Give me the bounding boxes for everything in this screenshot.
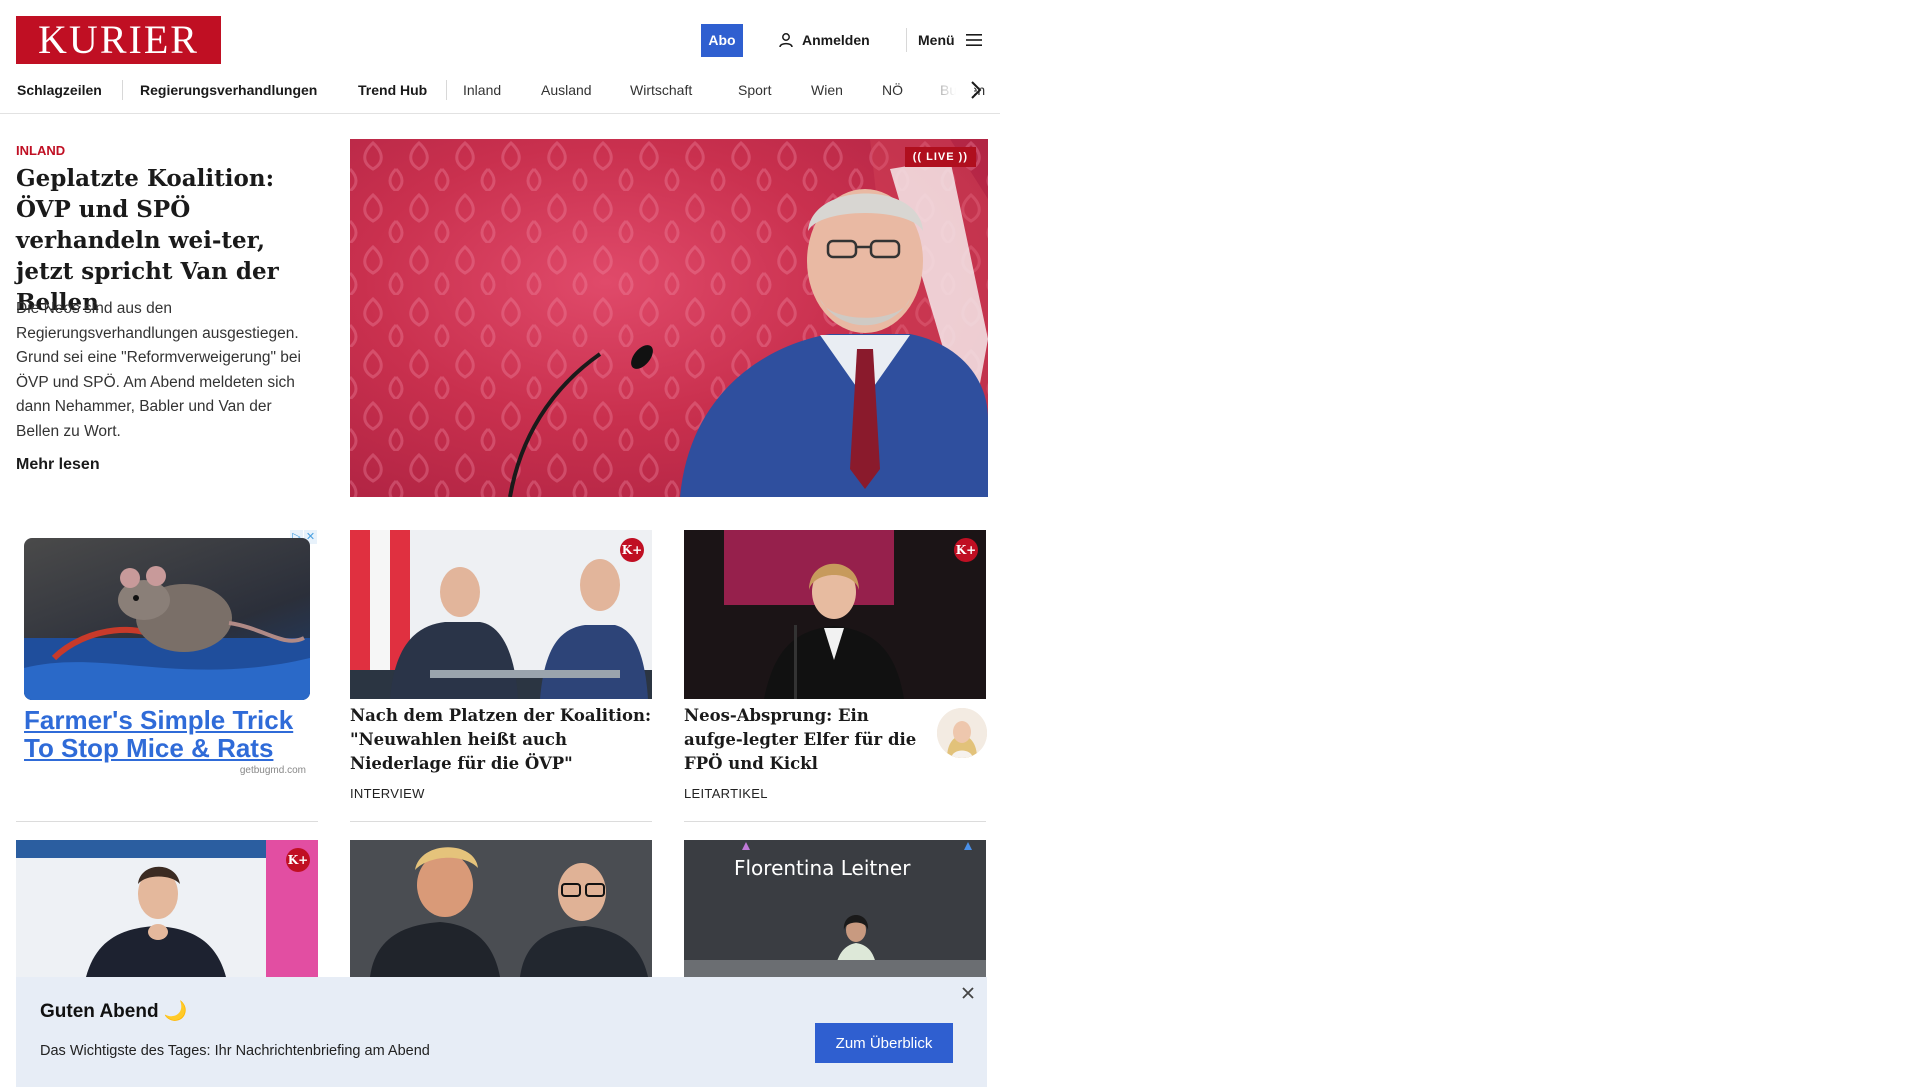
card-image-leitner[interactable]: Florentina Leitner bbox=[684, 840, 986, 977]
section-divider bbox=[350, 821, 652, 822]
nav-item-ausland[interactable]: Ausland bbox=[541, 76, 592, 104]
card-title-interview[interactable]: Nach dem Platzen der Koalition: "Neuwahl… bbox=[350, 704, 652, 776]
lead-teaser: Die Neos sind aus den Regierungsverhandl… bbox=[16, 300, 301, 440]
section-nav: Schlagzeilen Regierungsverhandlungen Tre… bbox=[16, 76, 986, 104]
card-title-leitartikel[interactable]: Neos-Absprung: Ein aufge-legter Elfer fü… bbox=[684, 704, 924, 776]
nav-divider-line bbox=[0, 113, 1000, 114]
nav-divider bbox=[446, 80, 447, 100]
nav-item-noe[interactable]: NÖ bbox=[882, 76, 903, 104]
ad-source: getbugmd.com bbox=[239, 765, 306, 776]
live-label: LIVE bbox=[926, 151, 955, 163]
chevron-right-icon[interactable] bbox=[968, 78, 984, 102]
card-image-usa[interactable] bbox=[350, 840, 652, 977]
overview-button[interactable]: Zum Überblick bbox=[815, 1023, 953, 1063]
author-photo bbox=[937, 708, 987, 758]
login-button[interactable]: Anmelden bbox=[778, 28, 870, 52]
ad-headline[interactable]: Farmer's Simple Trick To Stop Mice & Rat… bbox=[24, 706, 314, 762]
card-image-kurz[interactable]: K+ bbox=[16, 840, 318, 977]
menu-button[interactable]: Menü bbox=[918, 28, 983, 52]
read-more-link[interactable]: Mehr lesen bbox=[16, 456, 100, 474]
nav-item-schlagzeilen[interactable]: Schlagzeilen bbox=[17, 76, 102, 104]
lead-image[interactable]: (( LIVE )) bbox=[350, 139, 988, 497]
login-label: Anmelden bbox=[802, 32, 870, 48]
nav-item-wirtschaft[interactable]: Wirtschaft bbox=[630, 76, 692, 104]
lead-headline[interactable]: Geplatzte Koalition: ÖVP und SPÖ verhand… bbox=[16, 163, 316, 318]
card-image-leitartikel[interactable]: K+ bbox=[684, 530, 986, 699]
card-photo bbox=[350, 530, 652, 699]
author-avatar[interactable] bbox=[937, 708, 987, 758]
premium-badge: K+ bbox=[620, 538, 644, 562]
card-label-interview[interactable]: INTERVIEW bbox=[350, 786, 425, 801]
live-badge: (( LIVE )) bbox=[904, 147, 976, 167]
section-divider bbox=[684, 821, 986, 822]
user-icon bbox=[779, 33, 793, 48]
nav-item-sport[interactable]: Sport bbox=[738, 76, 771, 104]
abo-button[interactable]: Abo bbox=[701, 24, 743, 57]
section-divider bbox=[16, 821, 318, 822]
ad-image bbox=[24, 538, 310, 700]
nav-item-trend-hub[interactable]: Trend Hub bbox=[358, 76, 427, 104]
card-image-interview[interactable]: K+ bbox=[350, 530, 652, 699]
card-photo-caption: Florentina Leitner bbox=[734, 856, 911, 880]
card-photo bbox=[724, 530, 904, 699]
nav-divider bbox=[122, 80, 123, 100]
kurier-logo[interactable]: KURIER bbox=[16, 16, 221, 64]
menu-label: Menü bbox=[918, 32, 955, 48]
close-icon[interactable] bbox=[960, 985, 976, 1001]
nav-item-inland[interactable]: Inland bbox=[463, 76, 501, 104]
lead-photo bbox=[350, 139, 988, 497]
card-photo bbox=[350, 840, 652, 977]
banner-title: Guten Abend 🌙 bbox=[40, 1001, 188, 1022]
card-photo bbox=[16, 840, 318, 977]
nav-item-regierungsverhandlungen[interactable]: Regierungsverhandlungen bbox=[140, 76, 317, 104]
advertisement[interactable]: ▷ ✕ Farmer's Simple Trick To Stop Mice &… bbox=[16, 530, 318, 780]
rat-illustration bbox=[24, 566, 310, 700]
premium-badge: K+ bbox=[954, 538, 978, 562]
banner-text: Das Wichtigste des Tages: Ihr Nachrichte… bbox=[40, 1043, 430, 1059]
premium-badge: K+ bbox=[286, 848, 310, 872]
hamburger-icon bbox=[965, 34, 982, 46]
card-label-leitartikel[interactable]: LEITARTIKEL bbox=[684, 786, 768, 801]
card-photo: Florentina Leitner bbox=[684, 840, 986, 977]
evening-briefing-banner: Guten Abend 🌙 Das Wichtigste des Tages: … bbox=[16, 977, 987, 1087]
nav-item-wien[interactable]: Wien bbox=[811, 76, 843, 104]
page: KURIER Abo Anmelden Menü Schlagzeilen Re… bbox=[0, 0, 1000, 1087]
header-divider bbox=[906, 28, 907, 52]
nav-fade bbox=[914, 76, 974, 104]
lead-category[interactable]: INLAND bbox=[16, 143, 65, 158]
